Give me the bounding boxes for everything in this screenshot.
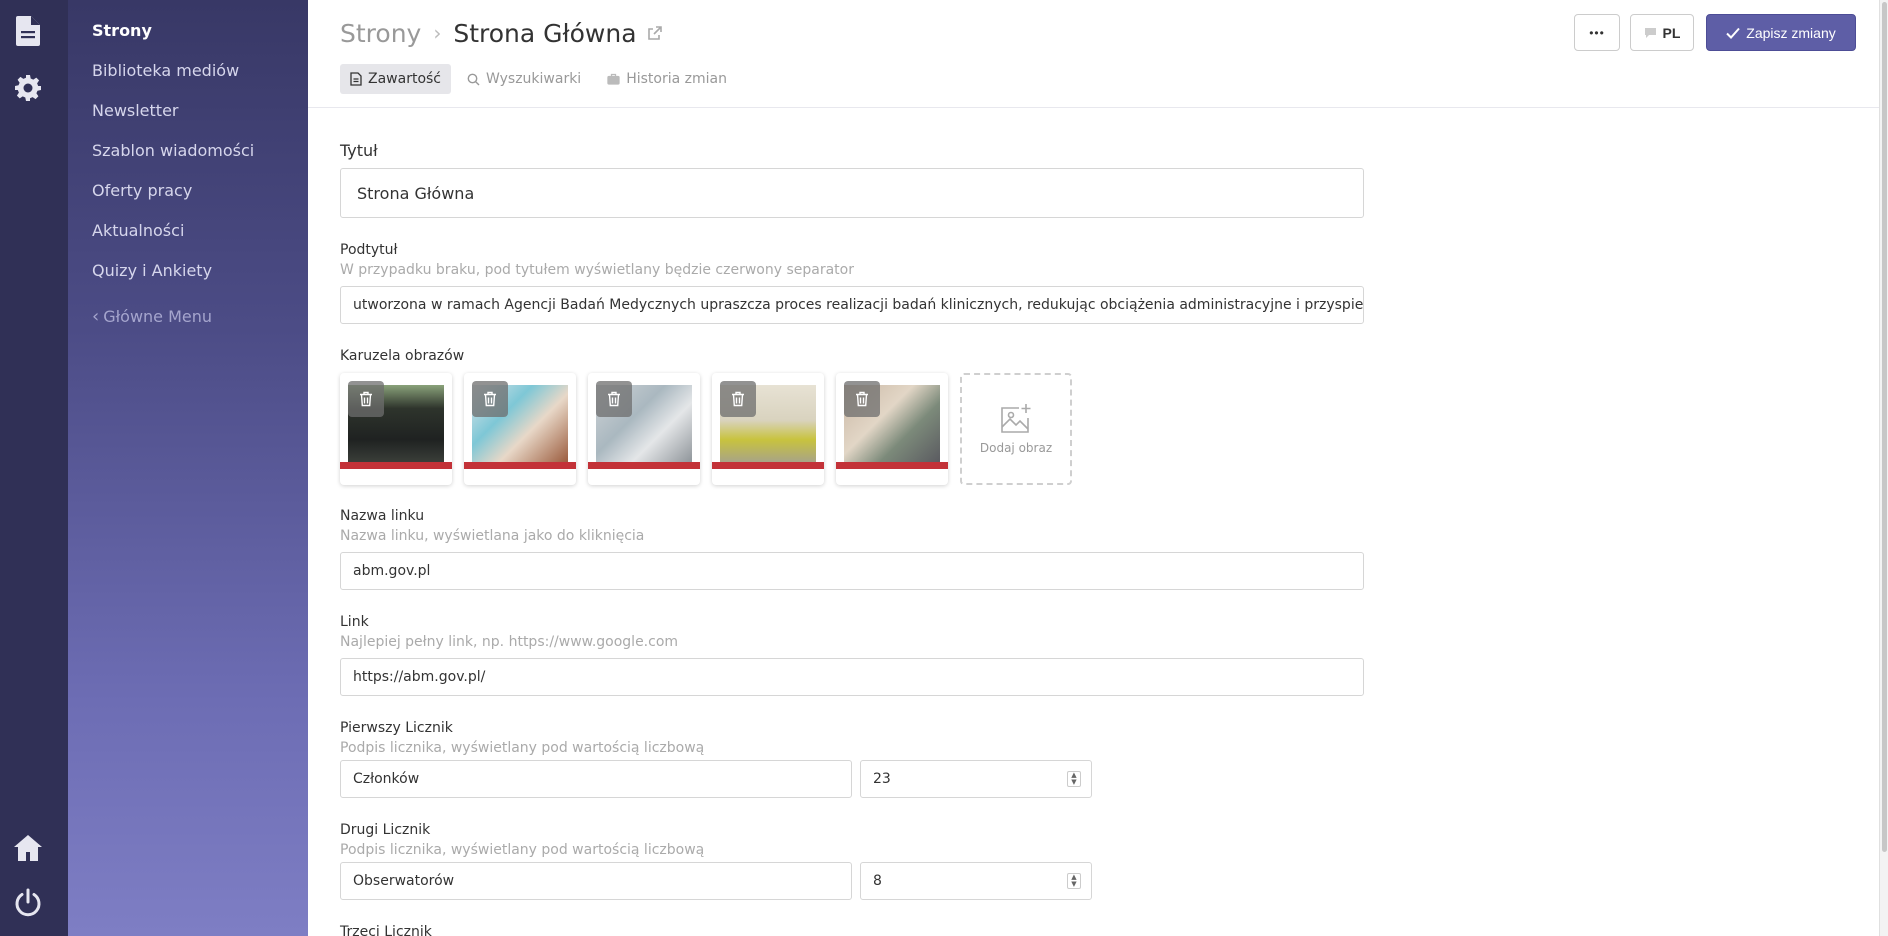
trash-icon[interactable] — [348, 381, 384, 417]
search-icon — [467, 73, 480, 85]
sidebar-item-newsletter[interactable]: Newsletter — [92, 101, 179, 120]
save-button[interactable]: Zapisz zmiany — [1706, 14, 1856, 51]
trash-icon[interactable] — [844, 381, 880, 417]
carousel-image[interactable] — [588, 373, 700, 485]
link-name-input[interactable]: abm.gov.pl — [340, 552, 1364, 590]
counter2-hint: Podpis licznika, wyświetlany pod wartośc… — [340, 842, 705, 858]
power-icon[interactable] — [12, 887, 44, 919]
red-separator — [464, 462, 576, 469]
document-icon[interactable] — [12, 15, 44, 47]
tab-wyszukiwarki-label: Wyszukiwarki — [486, 71, 582, 87]
sidebar-item-aktualnosci[interactable]: Aktualności — [92, 221, 184, 240]
tab-bar: Zawartość Wyszukiwarki Historia zmian — [340, 64, 737, 94]
link-name-label: Nazwa linku — [340, 508, 425, 524]
sidebar-item-szablon-wiadomosci[interactable]: Szablon wiadomości — [92, 141, 254, 160]
tab-wyszukiwarki[interactable]: Wyszukiwarki — [457, 64, 591, 94]
breadcrumb-parent[interactable]: Strony — [340, 19, 421, 48]
red-separator — [712, 462, 824, 469]
save-button-label: Zapisz zmiany — [1746, 24, 1836, 41]
counter1-hint: Podpis licznika, wyświetlany pod wartośc… — [340, 740, 705, 756]
trash-icon[interactable] — [596, 381, 632, 417]
add-image-label: Dodaj obraz — [979, 441, 1053, 455]
link-hint: Najlepiej pełny link, np. https://www.go… — [340, 634, 679, 650]
external-link-icon[interactable] — [647, 25, 663, 41]
counter2-caption-input[interactable]: Obserwatorów — [340, 862, 852, 900]
gear-icon[interactable] — [12, 72, 44, 104]
number-stepper-icon[interactable]: ▲ ▼ — [1067, 771, 1081, 787]
counter1-value: 23 — [873, 771, 891, 787]
link-label: Link — [340, 614, 369, 630]
red-separator — [836, 462, 948, 469]
link-input[interactable]: https://abm.gov.pl/ — [340, 658, 1364, 696]
sidebar-item-biblioteka-mediow[interactable]: Biblioteka mediów — [92, 61, 239, 80]
main-content: Strony › Strona Główna Zawartość Wyszuki… — [308, 0, 1888, 936]
tab-zawartosc-label: Zawartość — [368, 71, 442, 87]
top-bar: Strony › Strona Główna Zawartość Wyszuki… — [308, 0, 1888, 108]
subtitle-input[interactable]: utworzona w ramach Agencji Badań Medyczn… — [340, 286, 1364, 324]
tab-zawartosc[interactable]: Zawartość — [340, 64, 452, 94]
page-title: Strona Główna — [453, 18, 637, 48]
red-separator — [588, 462, 700, 469]
tab-historia-zmian-label: Historia zmian — [626, 71, 727, 87]
link-name-hint: Nazwa linku, wyświetlana jako do kliknię… — [340, 528, 645, 544]
scrollbar[interactable] — [1879, 0, 1888, 936]
more-options-button[interactable]: ••• — [1574, 14, 1620, 51]
subtitle-hint: W przypadku braku, pod tytułem wyświetla… — [340, 262, 854, 278]
add-image-button[interactable]: Dodaj obraz — [960, 373, 1072, 485]
sidebar: Strony Biblioteka mediów Newsletter Szab… — [68, 0, 308, 936]
check-icon — [1726, 27, 1741, 39]
home-icon[interactable] — [12, 832, 44, 864]
title-label: Tytuł — [340, 141, 378, 160]
file-icon — [350, 72, 362, 86]
counter2-label: Drugi Licznik — [340, 822, 431, 838]
tab-historia-zmian[interactable]: Historia zmian — [597, 64, 737, 94]
scrollbar-thumb[interactable] — [1882, 2, 1887, 852]
number-stepper-icon[interactable]: ▲ ▼ — [1067, 873, 1081, 889]
carousel-image[interactable] — [712, 373, 824, 485]
carousel-image[interactable] — [464, 373, 576, 485]
sidebar-back-label: Główne Menu — [103, 307, 213, 326]
counter2-value-input[interactable]: 8 ▲ ▼ — [860, 862, 1092, 900]
counter1-value-input[interactable]: 23 ▲ ▼ — [860, 760, 1092, 798]
carousel-image[interactable] — [836, 373, 948, 485]
subtitle-label: Podtytuł — [340, 242, 398, 258]
breadcrumb: Strony › Strona Główna — [340, 16, 663, 50]
sidebar-item-oferty-pracy[interactable]: Oferty pracy — [92, 181, 192, 200]
red-separator — [340, 462, 452, 469]
chevron-right-icon: › — [433, 21, 442, 45]
briefcase-icon — [607, 73, 620, 85]
carousel-image[interactable] — [340, 373, 452, 485]
counter1-label: Pierwszy Licznik — [340, 720, 453, 736]
sidebar-item-strony[interactable]: Strony — [92, 21, 152, 40]
sidebar-back-link[interactable]: ‹ Główne Menu — [92, 306, 212, 327]
trash-icon[interactable] — [720, 381, 756, 417]
image-plus-icon — [1001, 404, 1031, 433]
title-input[interactable]: Strona Główna — [340, 168, 1364, 218]
counter2-value: 8 — [873, 873, 882, 889]
sidebar-item-quizy-i-ankiety[interactable]: Quizy i Ankiety — [92, 261, 212, 280]
more-icon: ••• — [1589, 25, 1605, 40]
comment-icon — [1644, 27, 1656, 38]
trash-icon[interactable] — [472, 381, 508, 417]
language-button[interactable]: PL — [1630, 14, 1694, 51]
counter3-label: Trzeci Licznik — [340, 924, 432, 936]
carousel-label: Karuzela obrazów — [340, 348, 465, 364]
chevron-left-icon: ‹ — [92, 306, 100, 327]
language-label: PL — [1662, 24, 1681, 41]
counter1-caption-input[interactable]: Członków — [340, 760, 852, 798]
icon-rail — [0, 0, 68, 936]
